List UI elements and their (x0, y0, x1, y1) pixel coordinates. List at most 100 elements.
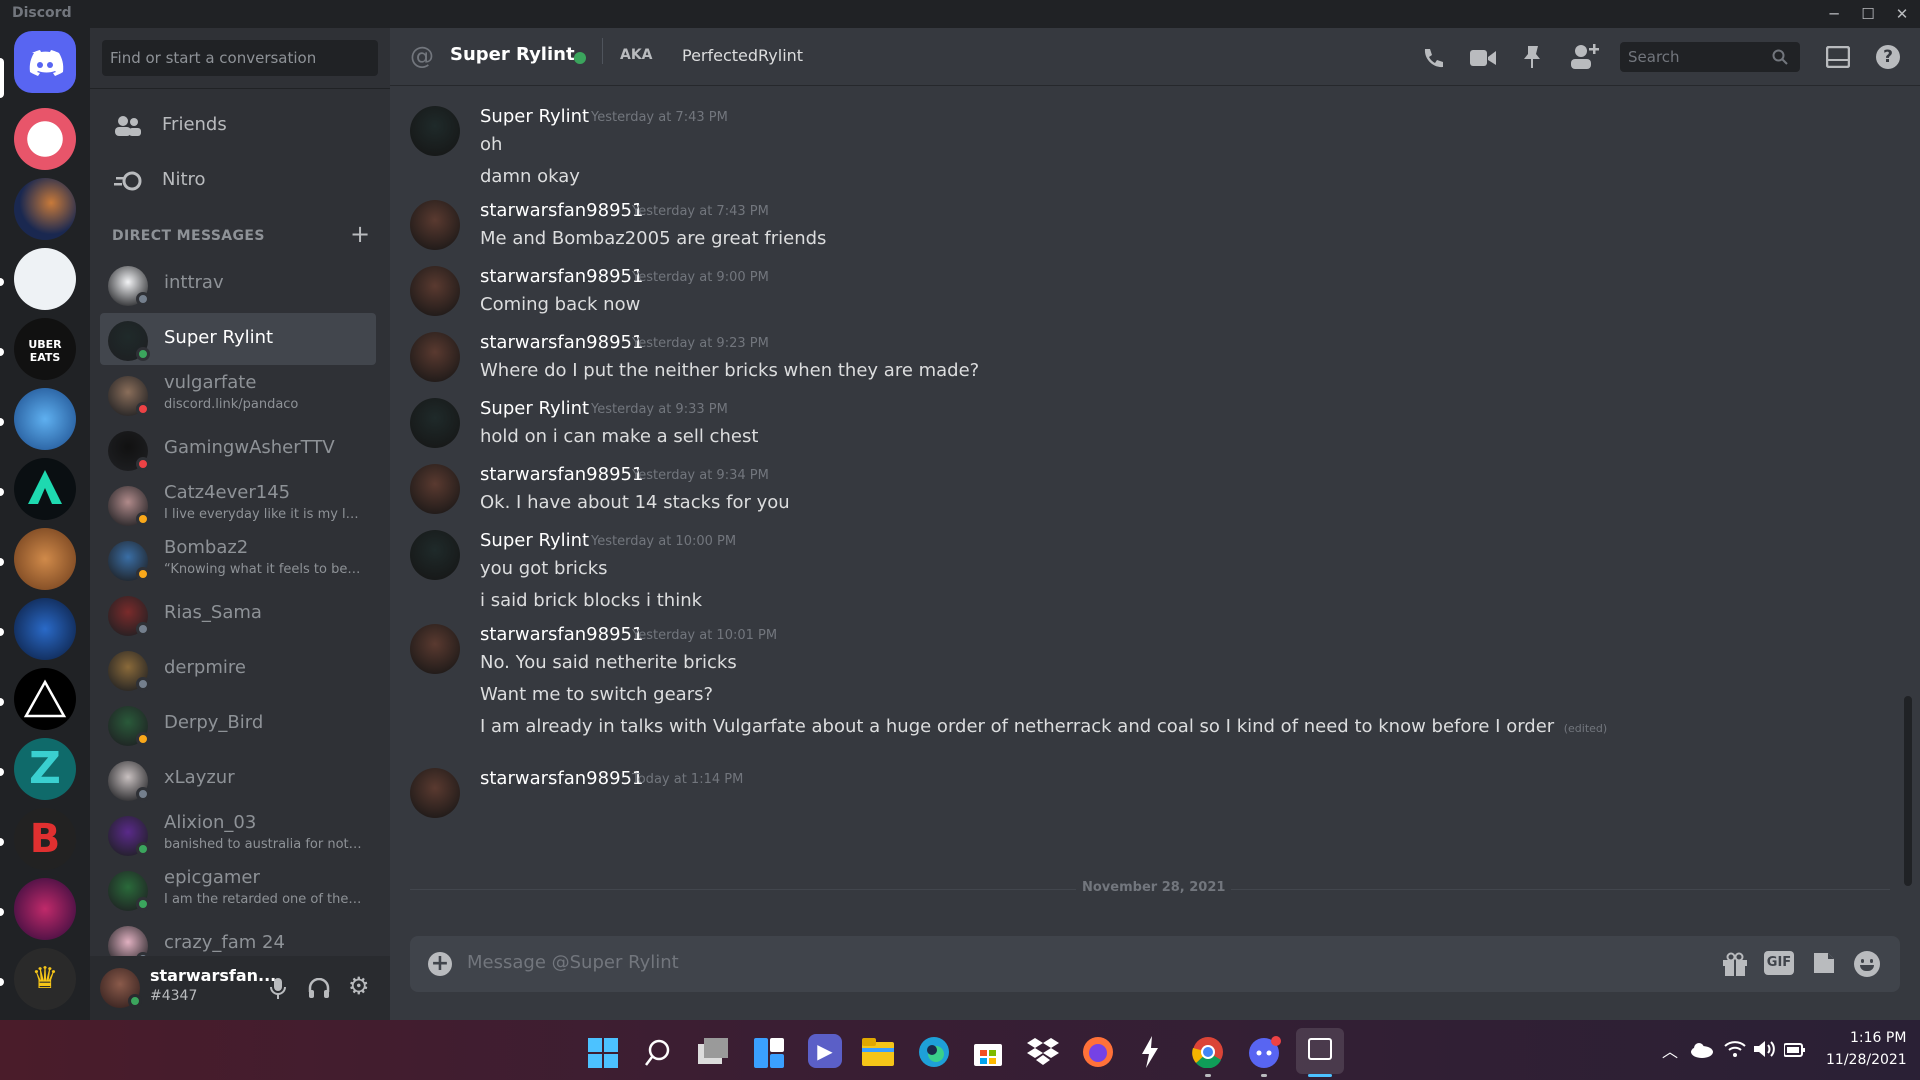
message-author[interactable]: starwarsfan98951 (480, 624, 643, 645)
server-icon-5[interactable] (14, 458, 76, 520)
dm-item[interactable]: vulgarfate discord.link/pandaco (100, 368, 376, 420)
dm-item[interactable]: Alixion_03 banished to australia for not … (100, 808, 376, 860)
avatar[interactable] (410, 266, 460, 316)
message-author[interactable]: Super Rylint (480, 398, 589, 419)
server-icon-credit-resource[interactable] (14, 248, 76, 310)
server-icon-uber-eats[interactable]: UBER EATS (14, 318, 76, 380)
settings-gear-icon[interactable]: ⚙ (348, 972, 370, 1000)
app-bolt-icon[interactable] (1140, 1036, 1160, 1068)
avatar[interactable] (410, 106, 460, 156)
message-author[interactable]: starwarsfan98951 (480, 768, 643, 789)
minimize-icon[interactable]: ─ (1816, 0, 1852, 28)
upload-plus-icon[interactable]: + (428, 952, 452, 976)
snipping-tool-icon[interactable] (1296, 1028, 1344, 1074)
sticker-icon[interactable] (1812, 951, 1836, 977)
headphones-icon[interactable] (308, 978, 330, 998)
scrollbar-thumb[interactable] (1904, 696, 1912, 886)
close-icon[interactable]: ✕ (1884, 0, 1920, 28)
message-text: Ok. I have about 14 stacks for you (480, 492, 790, 513)
wifi-icon[interactable] (1724, 1040, 1746, 1058)
dm-item[interactable]: inttrav (100, 258, 376, 310)
dm-item[interactable]: GamingwAsherTTV (100, 423, 376, 475)
divider (90, 88, 390, 89)
pinned-messages-icon[interactable] (1520, 44, 1544, 70)
edge-browser-icon[interactable] (918, 1036, 950, 1068)
avatar[interactable] (410, 332, 460, 382)
nav-friends[interactable]: Friends (98, 102, 382, 150)
dm-item[interactable]: xLayzur (100, 753, 376, 805)
search-icon[interactable] (644, 1038, 672, 1068)
message-composer[interactable]: + Message @Super Rylint GIF (410, 936, 1900, 992)
message-group: Super Rylint Yesterday at 7:43 PM oh damn o… (410, 106, 1890, 200)
message-text: you got bricks (480, 558, 608, 579)
discord-taskbar-icon[interactable] (1248, 1036, 1282, 1068)
avatar[interactable] (410, 768, 460, 818)
dm-name: Rias_Sama (164, 602, 262, 623)
server-icon-4[interactable] (14, 388, 76, 450)
video-call-icon[interactable] (1470, 48, 1496, 68)
dm-item[interactable]: Super Rylint (100, 313, 376, 365)
server-icon-crown[interactable]: ♛ (14, 948, 76, 1010)
microsoft-store-icon[interactable] (972, 1036, 1004, 1068)
gift-icon[interactable] (1722, 952, 1748, 976)
unread-indicator (0, 978, 4, 986)
user-panel: starwarsfan... #4347 ⚙ (90, 956, 390, 1020)
avatar[interactable] (410, 398, 460, 448)
widgets-icon[interactable] (754, 1038, 784, 1068)
server-icon-7[interactable] (14, 598, 76, 660)
battery-icon[interactable] (1784, 1040, 1806, 1058)
message-author[interactable]: starwarsfan98951 (480, 266, 643, 287)
message-author[interactable]: starwarsfan98951 (480, 464, 643, 485)
server-icon-6[interactable] (14, 528, 76, 590)
home-button[interactable] (14, 31, 76, 93)
gif-button[interactable]: GIF (1764, 951, 1794, 975)
microphone-icon[interactable] (270, 978, 286, 1000)
avatar[interactable] (410, 200, 460, 250)
file-explorer-icon[interactable] (862, 1038, 894, 1066)
message-author[interactable]: starwarsfan98951 (480, 332, 643, 353)
dm-item[interactable]: Rias_Sama (100, 588, 376, 640)
dm-name: Bombaz2 (164, 537, 249, 558)
server-icon-8[interactable] (14, 668, 76, 730)
search-input[interactable]: Search (1620, 42, 1800, 72)
avatar[interactable] (410, 624, 460, 674)
dm-status-text: “Knowing what it feels to be i... (164, 562, 364, 577)
message-author[interactable]: Super Rylint (480, 530, 589, 551)
avatar[interactable] (410, 530, 460, 580)
help-icon[interactable]: ? (1876, 45, 1900, 69)
server-icon-1[interactable] (14, 108, 76, 170)
unread-indicator (0, 558, 4, 566)
maximize-icon[interactable]: ☐ (1850, 0, 1886, 28)
status-dot-online (136, 897, 150, 911)
dm-item[interactable]: Bombaz2 “Knowing what it feels to be i... (100, 533, 376, 585)
onedrive-cloud-icon[interactable] (1690, 1042, 1714, 1058)
server-icon-2[interactable] (14, 178, 76, 240)
chrome-icon[interactable] (1192, 1036, 1224, 1068)
teams-chat-icon[interactable]: ▶ (808, 1034, 842, 1068)
dm-item[interactable]: derpmire (100, 643, 376, 695)
voice-call-icon[interactable] (1420, 45, 1446, 71)
message-author[interactable]: Super Rylint (480, 106, 589, 127)
add-friend-icon[interactable] (1570, 42, 1600, 70)
firefox-icon[interactable] (1082, 1036, 1114, 1068)
message-author[interactable]: starwarsfan98951 (480, 200, 643, 221)
dm-item[interactable]: epicgamer I am the retarded one of the ..… (100, 863, 376, 915)
dropbox-icon[interactable] (1026, 1038, 1060, 1066)
server-icon-9[interactable]: Z (14, 738, 76, 800)
nav-nitro[interactable]: Nitro (98, 157, 382, 205)
avatar[interactable] (410, 464, 460, 514)
dm-sidebar: Find or start a conversation Friends Nit… (90, 28, 390, 1020)
tray-chevron-icon[interactable]: ︿ (1662, 1038, 1678, 1062)
server-icon-11[interactable] (14, 878, 76, 940)
message-input[interactable]: Message @Super Rylint (467, 952, 679, 973)
volume-icon[interactable] (1754, 1040, 1776, 1058)
inbox-icon[interactable] (1826, 46, 1850, 68)
create-dm-plus-icon[interactable]: + (350, 220, 370, 248)
windows-start-icon[interactable] (588, 1038, 618, 1068)
server-icon-10[interactable]: B (14, 808, 76, 870)
dm-item[interactable]: Derpy_Bird (100, 698, 376, 750)
dm-item[interactable]: Catz4ever145 I live everyday like it is m… (100, 478, 376, 530)
find-conversation-input[interactable]: Find or start a conversation (102, 40, 378, 76)
emoji-icon[interactable] (1854, 951, 1880, 977)
task-view-icon[interactable] (698, 1038, 730, 1066)
